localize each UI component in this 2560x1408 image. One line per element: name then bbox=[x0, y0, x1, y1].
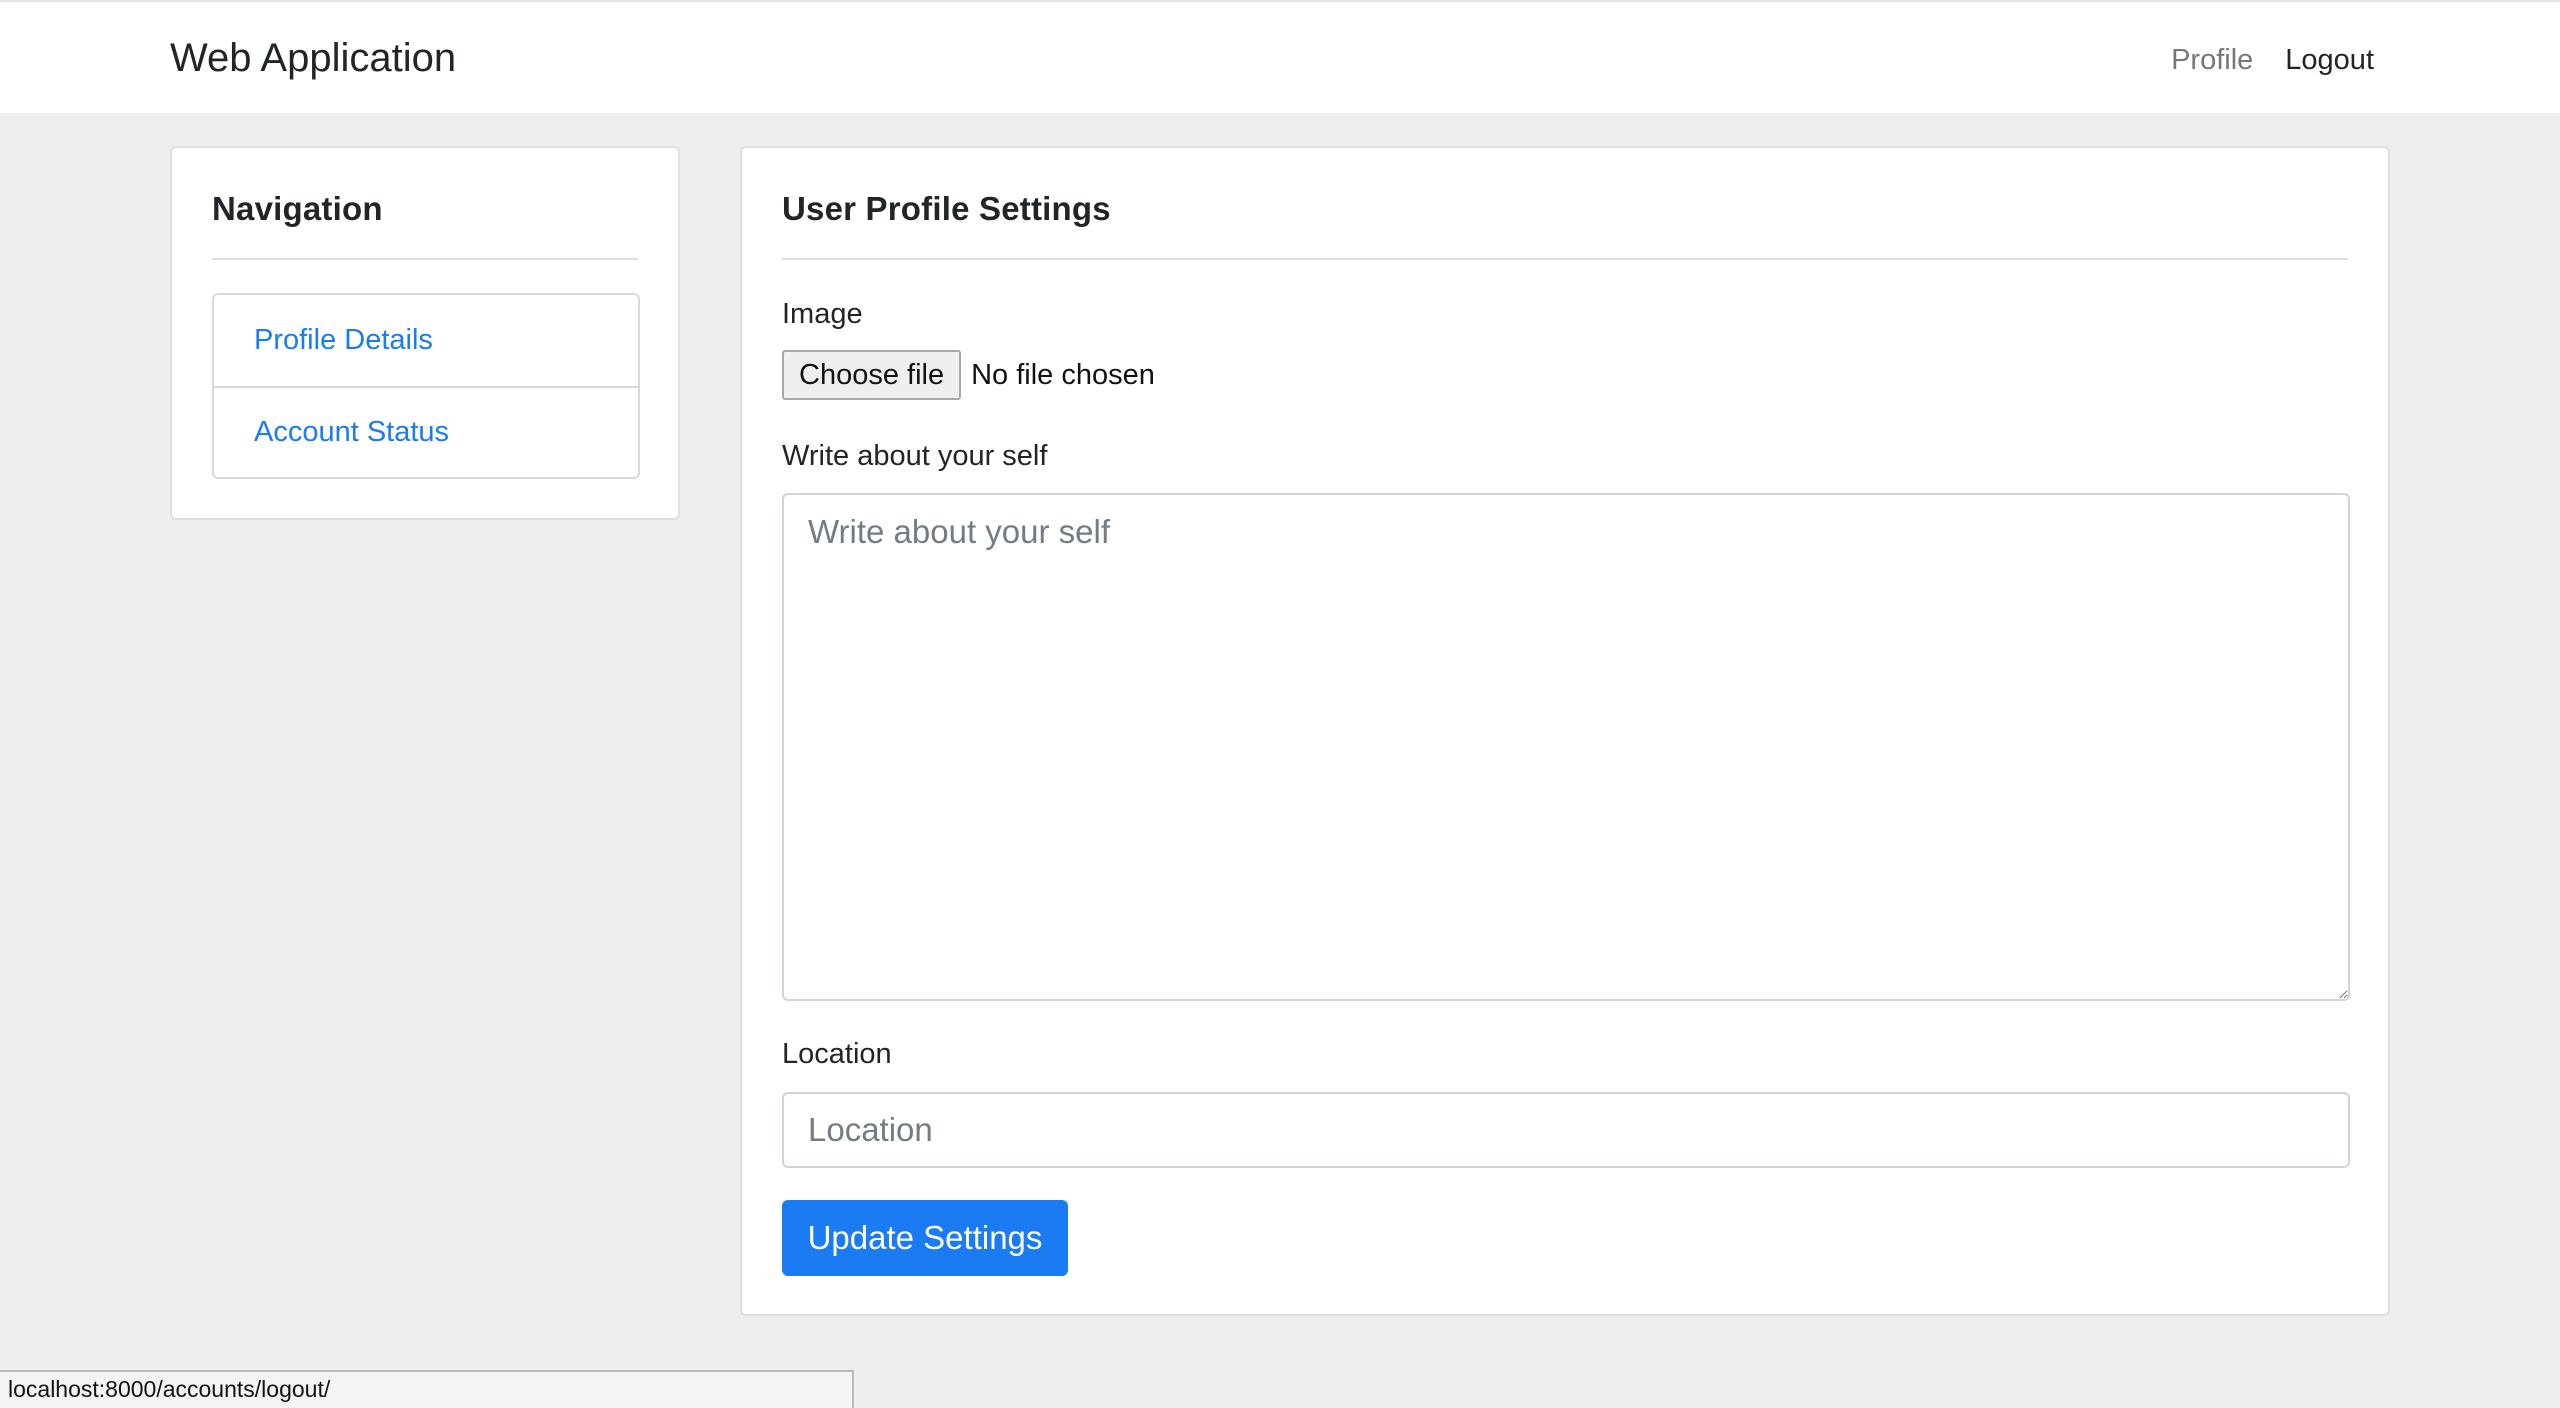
page-title: User Profile Settings bbox=[782, 190, 1111, 227]
nav-link-profile[interactable]: Profile bbox=[2171, 40, 2253, 80]
navigation-title: Navigation bbox=[212, 190, 383, 227]
navbar-links: Profile Logout bbox=[2171, 40, 2374, 80]
update-settings-button[interactable]: Update Settings bbox=[782, 1200, 1068, 1276]
navigation-card: Navigation Profile Details Account Statu… bbox=[170, 146, 680, 520]
sidebar-item-profile-details[interactable]: Profile Details bbox=[214, 295, 638, 386]
about-textarea[interactable] bbox=[782, 493, 2350, 1001]
nav-link-logout[interactable]: Logout bbox=[2285, 40, 2374, 80]
top-navbar: Web Application Profile Logout bbox=[0, 0, 2560, 113]
brand-link[interactable]: Web Application bbox=[170, 30, 456, 86]
location-input[interactable] bbox=[782, 1092, 2350, 1168]
image-label: Image bbox=[782, 298, 863, 330]
sidebar-item-account-status[interactable]: Account Status bbox=[214, 386, 638, 477]
navigation-divider bbox=[212, 258, 638, 260]
about-label: Write about your self bbox=[782, 440, 1048, 472]
location-label: Location bbox=[782, 1038, 892, 1070]
settings-divider bbox=[782, 258, 2348, 260]
file-status-text: No file chosen bbox=[971, 358, 1155, 391]
profile-settings-card: User Profile Settings Image Choose file … bbox=[740, 146, 2390, 1316]
navigation-list: Profile Details Account Status bbox=[212, 293, 640, 479]
status-bar-url: localhost:8000/accounts/logout/ bbox=[0, 1370, 854, 1408]
image-file-input: Choose file No file chosen bbox=[782, 350, 1155, 400]
choose-file-button[interactable]: Choose file bbox=[782, 350, 962, 400]
